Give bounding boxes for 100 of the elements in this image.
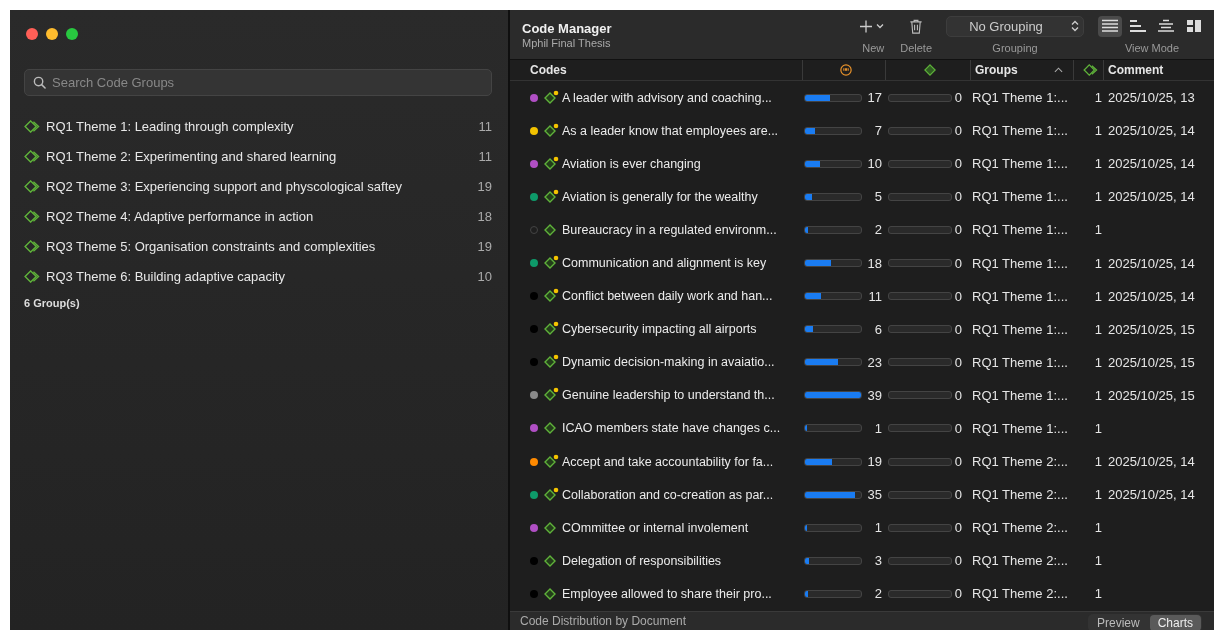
document-count: 0 [953,222,962,238]
quotation-count: 10 [866,156,882,172]
group-name: RQ1 Theme 1:... [971,387,1069,403]
group-count-label: 6 Group(s) [24,297,81,309]
group-count: 1 [1093,421,1102,436]
quotation-count: 6 [873,321,882,337]
quotation-bar [804,292,862,301]
group-count: 1 [1093,454,1102,470]
quotation-bar [804,424,862,433]
quotation-bar [804,589,862,598]
delete-label: Delete [900,41,932,54]
quotation-bar [804,192,862,201]
group-name: RQ1 Theme 2:... [971,586,1069,602]
code-name: Delegation of responsibilities [562,553,723,568]
code-group-icon [24,179,41,193]
group-name: RQ1 Theme 1:... [971,90,1069,106]
window-control-button[interactable] [26,28,38,40]
group-count: 1 [1093,255,1102,271]
new-label: New [862,41,885,54]
code-group-item[interactable]: RQ2 Theme 3: Experiencing support and physcological saftey 19 [24,171,492,201]
quotation-count: 3 [873,553,882,569]
group-name: RQ1 Theme 2:... [971,553,1069,569]
document-count: 0 [953,387,962,403]
window-control-button[interactable] [46,28,58,40]
quotation-count: 5 [873,189,882,205]
column-header[interactable]: Groups [970,60,1073,80]
quotation-bar [804,126,862,135]
comment-date: 2025/10/25, 14 [1107,288,1196,304]
sort-caret-icon [1054,67,1063,73]
quotation-count: 18 [866,255,882,271]
group-count: 1 [1093,123,1102,139]
document-count: 0 [953,586,962,602]
quotation-bar [804,93,862,102]
quotation-count: 7 [873,123,882,139]
quotation-bar [804,523,862,532]
document-count: 0 [953,520,962,536]
search-field[interactable]: Search Code Groups [24,69,492,96]
group-name: RQ1 Theme 2:... [971,454,1069,470]
quotation-bar [804,490,862,499]
code-group-icon [24,239,41,253]
code-name: Dynamic decision-making in avaiatio... [562,355,776,370]
quotation-bar [804,457,862,466]
document-count: 0 [953,288,962,304]
group-count: 1 [1093,222,1102,238]
code-group-item[interactable]: RQ1 Theme 1: Leading through complexity 11 [24,111,492,141]
column-header[interactable]: Comment [1103,60,1214,80]
group-name: RQ1 Theme 1:... [971,156,1069,172]
code-name: Conflict between daily work and han... [562,289,774,304]
code-name: COmmittee or internal involement [562,520,750,535]
group-count: 1 [1093,487,1102,503]
quotation-count: 1 [873,421,882,436]
group-count: 1 [1093,520,1102,536]
bar-chart-icon [1130,19,1146,33]
quotation-count: 19 [866,454,882,470]
group-name: RQ1 Theme 2:... [971,487,1069,503]
code-group-icon [24,209,41,223]
code-name: As a leader know that employees are... [562,123,780,138]
code-group-item[interactable]: RQ3 Theme 6: Building adaptive capacity 10 [24,261,492,291]
code-name: Aviation is ever changing [562,156,702,171]
quotation-count: 39 [866,387,882,403]
group-count: 1 [1093,354,1102,370]
quotation-count: 11 [867,288,882,304]
code-name: Aviation is generally for the wealthy [562,189,759,204]
quotation-bar [804,391,862,400]
list-icon [1102,19,1118,33]
search-icon [33,76,46,89]
document-count: 0 [953,553,962,569]
comment-date: 2025/10/25, 13 [1107,90,1196,106]
group-name: RQ1 Theme 2:... [971,520,1069,536]
code-group-item[interactable]: RQ1 Theme 2: Experimenting and shared learning 11 [24,141,492,171]
panel-tab[interactable]: Charts [1149,615,1201,630]
grouping-label: Grouping [992,41,1038,54]
code-group-item[interactable]: RQ3 Theme 5: Organisation constraints and complexities 19 [24,231,492,261]
group-count: 1 [1093,586,1102,602]
document-count: 0 [953,189,962,205]
group-name: RQ1 Theme 1:... [971,321,1069,337]
group-count: 1 [1093,90,1102,106]
code-group-item[interactable]: RQ2 Theme 4: Adaptive performance in action 18 [24,201,492,231]
group-name: RQ1 Theme 1:... [971,255,1069,271]
column-header[interactable]: Codes [530,60,802,80]
group-name: RQ1 Theme 1:... [971,222,1069,238]
code-group-icon [24,149,41,163]
comment-date: 2025/10/25, 14 [1107,156,1196,172]
window-control-button[interactable] [66,28,78,40]
comment-date: 2025/10/25, 14 [1107,189,1196,205]
code-name: Communication and alignment is key [562,256,768,270]
grouping-select[interactable]: No Grouping [946,15,1084,37]
document-count: 0 [953,123,962,139]
group-name: RQ1 Theme 1:... [971,354,1069,370]
quotation-bar [804,358,862,367]
list-view-button[interactable] [1098,15,1122,37]
document-count: 0 [953,321,962,337]
trash-icon[interactable] [909,18,924,34]
code-group-icon [24,269,41,283]
quotation-count: 23 [866,354,882,370]
view-mode-label: View Mode [1124,41,1180,54]
comment-date: 2025/10/25, 15 [1107,321,1196,337]
project-subtitle: Mphil Final Thesis [522,36,612,49]
group-count: 1 [1093,553,1102,569]
panel-tab[interactable]: Preview [1088,615,1148,630]
